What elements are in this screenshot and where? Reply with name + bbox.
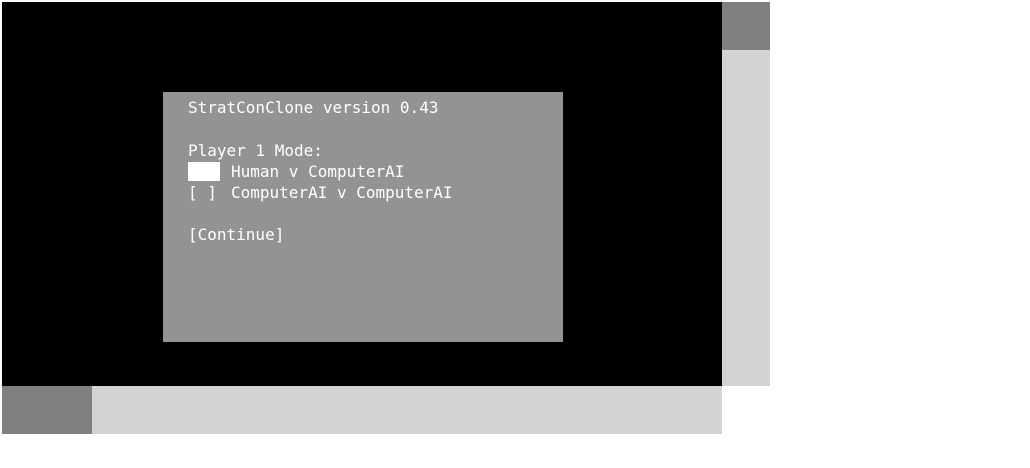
player-mode-label: Player 1 Mode: xyxy=(188,141,323,160)
setup-dialog: StratConClone version 0.43 Player 1 Mode… xyxy=(163,92,563,342)
continue-button[interactable]: [Continue] xyxy=(188,224,284,245)
vertical-scrollbar-thumb[interactable] xyxy=(722,2,770,50)
vertical-scrollbar[interactable] xyxy=(722,2,770,386)
option-computerai-v-computerai[interactable]: [ ] ComputerAI v ComputerAI xyxy=(188,182,453,203)
option-checkbox[interactable]: [ ] xyxy=(188,183,220,202)
option-human-v-computerai[interactable]: Human v ComputerAI xyxy=(188,161,404,182)
option-label: Human v ComputerAI xyxy=(231,162,405,181)
option-checkbox-selected[interactable] xyxy=(188,162,220,181)
game-version-title: StratConClone version 0.43 xyxy=(188,98,439,117)
option-label: ComputerAI v ComputerAI xyxy=(231,183,453,202)
horizontal-scrollbar-thumb[interactable] xyxy=(2,386,92,434)
horizontal-scrollbar[interactable] xyxy=(2,386,722,434)
